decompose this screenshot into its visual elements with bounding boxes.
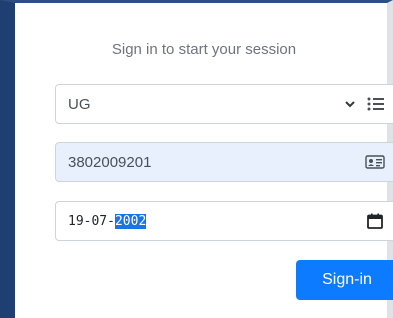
id-card-icon (365, 155, 385, 169)
list-icon (367, 97, 384, 111)
login-title: Sign in to start your session (111, 41, 297, 58)
chevron-down-icon[interactable] (343, 97, 357, 111)
id-number-input[interactable]: 3802009201 (55, 142, 393, 182)
date-year-selected: 2002 (114, 213, 147, 229)
calendar-icon[interactable] (367, 213, 383, 229)
login-panel: Sign in to start your session UG 3802009… (0, 0, 393, 318)
date-prefix: 19-07- (68, 213, 115, 229)
program-select[interactable]: UG (55, 84, 393, 124)
sign-in-button[interactable]: Sign-in (296, 260, 393, 300)
date-of-birth-value: 19-07-2002 (56, 213, 367, 229)
date-of-birth-input[interactable]: 19-07-2002 (55, 201, 393, 241)
program-select-value: UG (68, 95, 91, 113)
id-number-value: 3802009201 (68, 153, 152, 171)
